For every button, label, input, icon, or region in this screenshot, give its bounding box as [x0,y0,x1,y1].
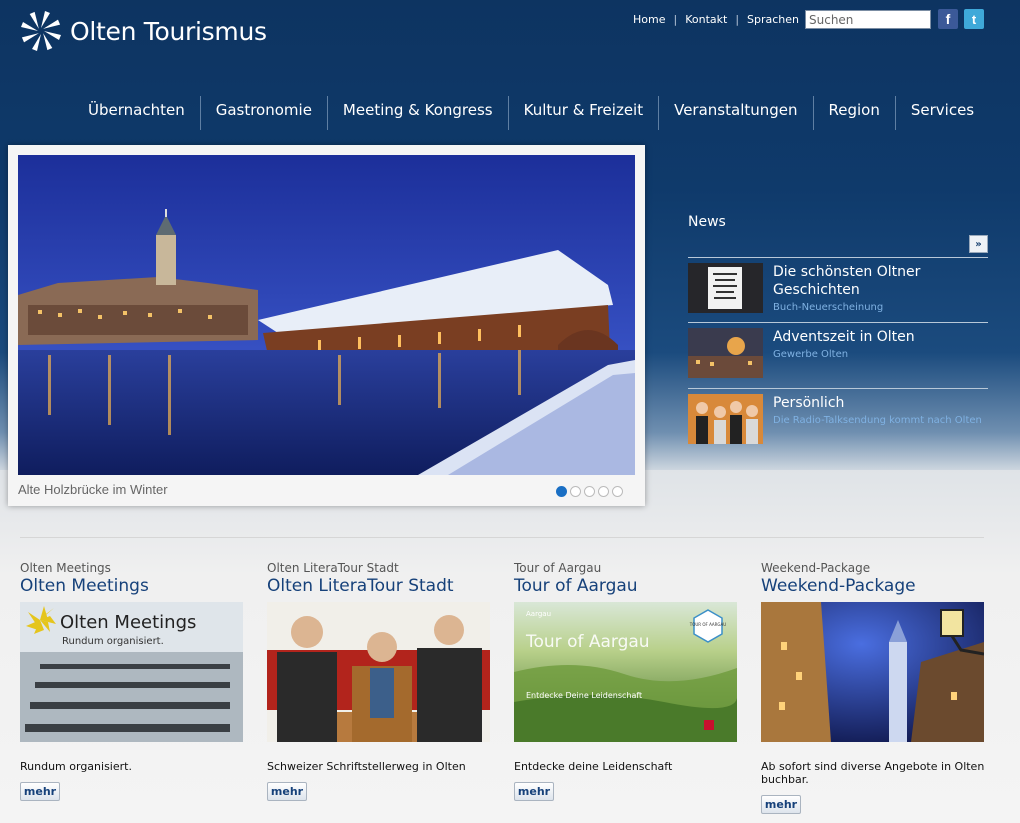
news-subline: Gewerbe Olten [773,349,849,360]
teaser-image[interactable]: Aargau Tour of Aargau TOUR OF AARGAU Ent… [514,602,737,742]
news-subline: Die Radio-Talksendung kommt nach Olten [773,415,982,426]
news-headline[interactable]: Die schönsten Oltner Geschichten [773,263,988,299]
nav-item-kultur-freizeit[interactable]: Kultur & Freizeit [507,96,658,130]
toplink-sprachen[interactable]: Sprachen [747,13,799,26]
nav-item-region[interactable]: Region [812,96,895,130]
teaser-description: Schweizer Schriftstellerweg in Olten [267,760,466,773]
news-thumb-advent [688,328,763,378]
site-logo[interactable]: Olten Tourismus [20,10,267,52]
more-button[interactable]: mehr [514,782,554,801]
slide-caption: Alte Holzbrücke im Winter [18,482,168,497]
main-navigation: Übernachten Gastronomie Meeting & Kongre… [73,96,989,130]
news-heading: News [688,214,726,230]
teaser-image[interactable] [267,602,490,742]
teaser-image[interactable] [761,602,984,742]
nav-item-veranstaltungen[interactable]: Veranstaltungen [658,96,812,130]
news-item[interactable]: Adventszeit in Olten Gewerbe Olten [688,322,988,388]
nav-item-gastronomie[interactable]: Gastronomie [199,96,327,130]
nav-item-services[interactable]: Services [894,96,989,130]
teaser-image-sub: Rundum organisiert. [62,636,164,647]
teaser-kicker: Weekend-Package [761,561,871,575]
teaser-image-brand: Aargau [526,610,551,618]
teaser-kicker: Olten LiteraTour Stadt [267,561,399,575]
teaser-image-title: Tour of Aargau [525,632,650,652]
more-button[interactable]: mehr [267,782,307,801]
teaser-description: Ab sofort sind diverse Angebote in Olten… [761,760,985,786]
top-links: Home | Kontakt | Sprachen [633,13,799,26]
brand-name: Olten Tourismus [70,16,267,46]
nav-item-meeting-kongress[interactable]: Meeting & Kongress [326,96,508,130]
teaser-tour-of-aargau: Tour of Aargau Tour of Aargau Aargau Tou… [514,560,738,801]
teaser-title[interactable]: Tour of Aargau [514,576,738,596]
slider-dot[interactable] [570,486,581,497]
search-input[interactable] [805,10,931,29]
more-button[interactable]: mehr [761,795,801,814]
more-button[interactable]: mehr [20,782,60,801]
news-more-button[interactable]: » [969,235,988,253]
nav-item-uebernachten[interactable]: Übernachten [73,96,200,130]
slider-dot[interactable] [612,486,623,497]
news-item[interactable]: Die schönsten Oltner Geschichten Buch-Ne… [688,257,988,323]
teaser-title[interactable]: Weekend-Package [761,576,985,596]
sun-logo-icon [21,11,61,51]
slider-dot[interactable] [584,486,595,497]
teaser-description: Rundum organisiert. [20,760,132,773]
night-bridge-photo [18,155,635,475]
news-subline: Buch-Neuerscheinung [773,302,884,313]
teaser-image-title: Olten Meetings [60,612,196,633]
slider-dot[interactable] [556,486,567,497]
image-slider: Alte Holzbrücke im Winter [8,145,645,506]
slider-dots [556,486,623,497]
teaser-description: Entdecke deine Leidenschaft [514,760,673,773]
toplink-kontakt[interactable]: Kontakt [685,13,727,26]
teaser-title[interactable]: Olten Meetings [20,576,244,596]
news-thumb-book [688,263,763,313]
separator: | [673,13,678,26]
news-thumb-persons [688,394,763,444]
teaser-weekend-package: Weekend-Package Weekend-Package Ab sofor… [761,560,985,814]
toplink-home[interactable]: Home [633,13,665,26]
content-divider [20,537,984,538]
teaser-title[interactable]: Olten LiteraTour Stadt [267,576,491,596]
teaser-kicker: Olten Meetings [20,561,111,575]
news-item[interactable]: Persönlich Die Radio-Talksendung kommt n… [688,388,988,448]
slide-image-wooden-bridge[interactable] [18,155,635,475]
teaser-image-badge: TOUR OF AARGAU [689,622,726,627]
facebook-icon[interactable]: f [938,9,958,29]
teaser-image[interactable]: Olten Meetings Rundum organisiert. [20,602,243,742]
teaser-kicker: Tour of Aargau [514,561,602,575]
news-headline[interactable]: Persönlich [773,394,988,412]
twitter-icon[interactable]: t [964,9,984,29]
slider-dot[interactable] [598,486,609,497]
separator: | [735,13,740,26]
teaser-literatour: Olten LiteraTour Stadt Olten LiteraTour … [267,560,491,801]
teaser-olten-meetings: Olten Meetings Olten Meetings Olten Meet… [20,560,244,801]
teaser-image-sub: Entdecke Deine Leidenschaft [526,691,642,700]
news-headline[interactable]: Adventszeit in Olten [773,328,988,346]
